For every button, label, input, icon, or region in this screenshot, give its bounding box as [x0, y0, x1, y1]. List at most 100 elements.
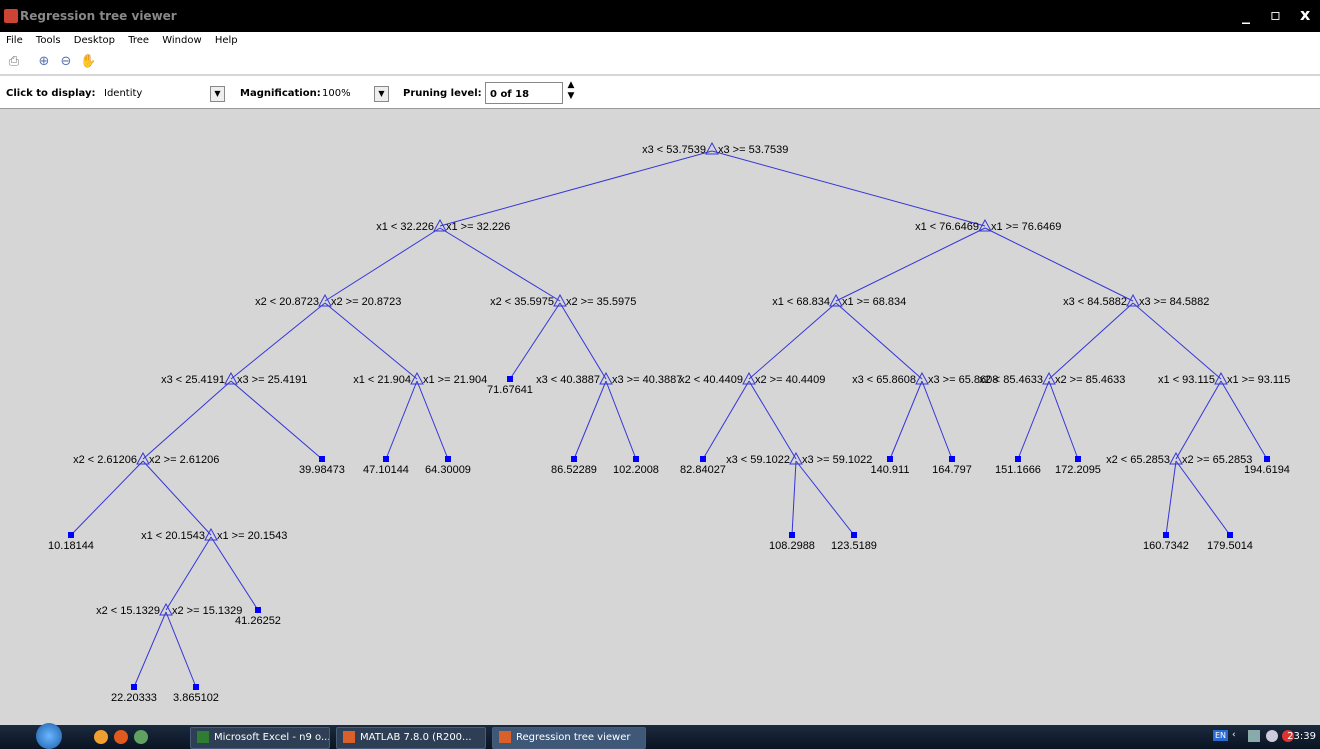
- split-rule-right: x3 >= 25.4191: [237, 374, 307, 386]
- leaf-node-marker[interactable]: [1227, 532, 1233, 538]
- split-rule-left: x3 < 59.1022: [726, 454, 790, 466]
- leaf-value: 194.6194: [1244, 464, 1290, 476]
- leaf-node-marker[interactable]: [68, 532, 74, 538]
- tree-edge: [835, 227, 986, 302]
- leaf-node-marker[interactable]: [851, 532, 857, 538]
- leaf-node-marker[interactable]: [571, 456, 577, 462]
- network-icon[interactable]: [1248, 730, 1260, 742]
- maximize-button[interactable]: ▫: [1270, 5, 1281, 24]
- split-rule-right: x1 >= 21.904: [423, 374, 487, 386]
- split-rule-left: x2 < 85.4633: [979, 374, 1043, 386]
- print-icon[interactable]: ⎙: [6, 54, 22, 70]
- tree-edge: [210, 536, 259, 611]
- task-excel[interactable]: Microsoft Excel - n9 o...: [190, 727, 330, 749]
- tree-edge: [509, 302, 561, 380]
- split-rule-right: x1 >= 76.6469: [991, 221, 1061, 233]
- tree-canvas: x3 < 53.7539 x3 >= 53.7539 x1 < 32.226 x1 >…: [0, 109, 1320, 725]
- split-rule-left: x2 < 2.61206: [73, 454, 137, 466]
- split-rule-right: x2 >= 20.8723: [331, 296, 401, 308]
- leaf-value: 151.1666: [995, 464, 1041, 476]
- leaf-value: 102.2008: [613, 464, 659, 476]
- split-rule-right: x2 >= 65.2853: [1182, 454, 1252, 466]
- leaf-node-marker[interactable]: [887, 456, 893, 462]
- leaf-node-marker[interactable]: [193, 684, 199, 690]
- task-matlab[interactable]: MATLAB 7.8.0 (R200...: [336, 727, 486, 749]
- leaf-node-marker[interactable]: [507, 376, 513, 382]
- split-rule-right: x1 >= 32.226: [446, 221, 510, 233]
- magnification-select[interactable]: 100%: [322, 88, 351, 99]
- language-indicator[interactable]: EN: [1213, 730, 1229, 741]
- tree-edge: [795, 460, 855, 536]
- tree-edge: [835, 302, 923, 380]
- magnification-dropdown-icon[interactable]: ▼: [374, 86, 389, 102]
- menu-tools[interactable]: Tools: [30, 32, 65, 46]
- leaf-node-marker[interactable]: [383, 456, 389, 462]
- tree-edge: [165, 536, 212, 611]
- split-rule-right: x2 >= 2.61206: [149, 454, 219, 466]
- tree-edge: [711, 150, 986, 227]
- tree-edge: [70, 460, 144, 536]
- leaf-node-marker[interactable]: [319, 456, 325, 462]
- leaf-value: 71.67641: [487, 384, 533, 396]
- tree-edge: [748, 302, 837, 380]
- leaf-node-marker[interactable]: [949, 456, 955, 462]
- chevron-left-icon[interactable]: ‹: [1232, 730, 1244, 742]
- volume-icon[interactable]: [1266, 730, 1278, 742]
- menu-window[interactable]: Window: [156, 32, 205, 46]
- close-button[interactable]: x: [1300, 5, 1310, 24]
- tree-edge: [439, 227, 561, 302]
- split-rule-left: x2 < 20.8723: [255, 296, 319, 308]
- tree-edge: [748, 380, 797, 460]
- leaf-value: 179.5014: [1207, 540, 1253, 552]
- leaf-node-marker[interactable]: [789, 532, 795, 538]
- tree-edge: [142, 460, 212, 536]
- pan-hand-icon[interactable]: ✋: [80, 54, 96, 70]
- leaf-value: 22.20333: [111, 692, 157, 704]
- user-icon[interactable]: [134, 730, 148, 744]
- pruning-field[interactable]: 0 of 18: [485, 82, 563, 104]
- tree-edge: [1220, 380, 1268, 460]
- pruning-value: 0 of 18: [490, 89, 530, 100]
- leaf-value: 10.18144: [48, 540, 94, 552]
- task-tree-viewer[interactable]: Regression tree viewer: [492, 727, 646, 749]
- menu-bar: File Tools Desktop Tree Window Help: [0, 32, 1320, 50]
- excel-icon: [197, 731, 209, 743]
- leaf-value: 164.797: [932, 464, 972, 476]
- leaf-value: 123.5189: [831, 540, 877, 552]
- tree-edge: [324, 227, 441, 302]
- leaf-node-marker[interactable]: [1075, 456, 1081, 462]
- menu-file[interactable]: File: [0, 32, 27, 46]
- leaf-node-marker[interactable]: [255, 607, 261, 613]
- split-rule-right: x2 >= 40.4409: [755, 374, 825, 386]
- display-select[interactable]: Identity: [104, 88, 142, 99]
- zoom-out-icon[interactable]: ⊖: [58, 54, 74, 70]
- tree-edge: [1048, 380, 1079, 460]
- display-dropdown-icon[interactable]: ▼: [210, 86, 225, 102]
- leaf-node-marker[interactable]: [445, 456, 451, 462]
- leaf-node-marker[interactable]: [1264, 456, 1270, 462]
- tree-edge: [1165, 460, 1177, 536]
- minimize-button[interactable]: _: [1242, 5, 1250, 24]
- chrome-icon[interactable]: [94, 730, 108, 744]
- leaf-node-marker[interactable]: [1163, 532, 1169, 538]
- tree-edge: [1175, 460, 1231, 536]
- task-excel-label: Microsoft Excel - n9 o...: [214, 732, 330, 743]
- tree-edge: [439, 150, 713, 227]
- taskbar: Microsoft Excel - n9 o... MATLAB 7.8.0 (…: [0, 723, 1320, 749]
- leaf-node-marker[interactable]: [131, 684, 137, 690]
- leaf-value: 140.911: [871, 464, 910, 476]
- leaf-node-marker[interactable]: [633, 456, 639, 462]
- pruning-spinner-icon[interactable]: ▲ ▼: [564, 80, 578, 104]
- menu-help[interactable]: Help: [209, 32, 242, 46]
- leaf-node-marker[interactable]: [1015, 456, 1021, 462]
- zoom-in-icon[interactable]: ⊕: [36, 54, 52, 70]
- start-button[interactable]: [36, 723, 62, 749]
- menu-desktop[interactable]: Desktop: [68, 32, 119, 46]
- regression-tree: x3 < 53.7539 x3 >= 53.7539 x1 < 32.226 x1 >…: [48, 141, 1290, 704]
- leaf-node-marker[interactable]: [700, 456, 706, 462]
- split-rule-right: x3 >= 59.1022: [802, 454, 872, 466]
- firefox-icon[interactable]: [114, 730, 128, 744]
- split-rule-left: x3 < 25.4191: [161, 374, 225, 386]
- leaf-value: 64.30009: [425, 464, 471, 476]
- menu-tree[interactable]: Tree: [122, 32, 153, 46]
